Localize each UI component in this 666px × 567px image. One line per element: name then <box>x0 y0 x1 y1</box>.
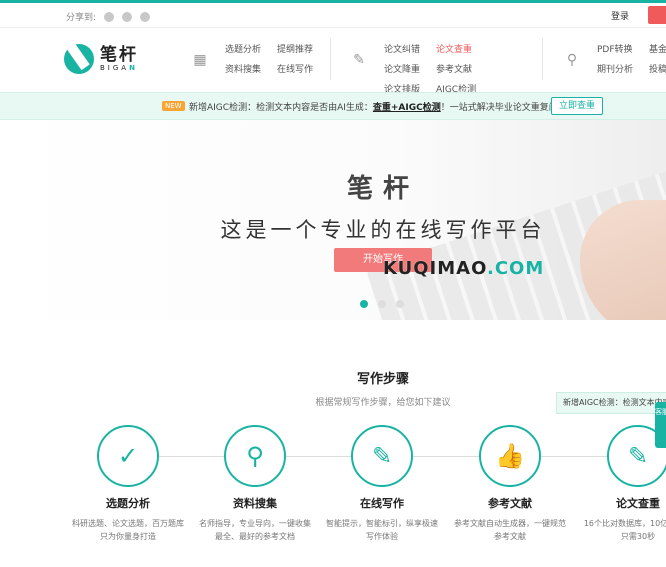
nav-group-paper: 论文纠错 论文查重 论文降重 参考文献 论文排版 AIGC检测 <box>384 42 476 95</box>
carousel-dot[interactable] <box>360 300 368 308</box>
share-label: 分享到: <box>66 13 97 23</box>
nav-references[interactable]: 参考文献 <box>436 62 476 75</box>
pen-icon: ✎ <box>353 52 365 68</box>
step-material[interactable]: ⚲ 资料搜集 名师指导，专业导向，一键收集最全、最好的参考文档 <box>195 425 315 543</box>
nav-proofread[interactable]: 论文纠错 <box>384 42 420 55</box>
nav-outline[interactable]: 提纲推荐 <box>277 42 313 55</box>
nav-fund[interactable]: 基金 <box>649 42 666 55</box>
search-icon: ⚲ <box>224 425 286 487</box>
floating-tip[interactable]: 新增AIGC检测：检测文本内容 <box>556 392 666 414</box>
new-badge: NEW <box>162 101 185 111</box>
step-name: 选题分析 <box>106 497 150 510</box>
step-topic[interactable]: ✓ 选题分析 科研选题、论文选题，百万题库只为你量身打造 <box>68 425 188 543</box>
top-bar: 分享到: 登录 <box>0 0 666 28</box>
nav-group-research: 选题分析 提纲推荐 资料搜集 在线写作 <box>225 42 313 75</box>
step-name: 在线写作 <box>360 497 404 510</box>
hero-banner: 笔杆 这是一个专业的在线写作平台 开始写作 KUQIMAO.COM <box>0 120 666 320</box>
nav-submit[interactable]: 投稿 <box>649 62 666 75</box>
logo-text: 笔杆 <box>100 45 138 65</box>
carousel-dot[interactable] <box>378 300 386 308</box>
thumbs-up-icon: 👍 <box>479 425 541 487</box>
nav-online-writing[interactable]: 在线写作 <box>277 62 313 75</box>
check-now-button[interactable]: 立即查重 <box>551 97 603 115</box>
weibo-icon[interactable] <box>140 11 151 22</box>
register-button[interactable] <box>648 6 666 24</box>
carousel-dot[interactable] <box>396 300 404 308</box>
nav-topic-analysis[interactable]: 选题分析 <box>225 42 261 55</box>
step-desc: 科研选题、论文选题，百万题库只为你量身打造 <box>72 519 184 541</box>
banner-subtitle: 这是一个专业的在线写作平台 <box>220 218 546 242</box>
check-icon: ✓ <box>97 425 159 487</box>
step-desc: 参考文献自动生成器，一键规范参考文献 <box>454 519 566 541</box>
floating-service-button[interactable]: 客服 <box>655 402 666 448</box>
pen-icon: ✎ <box>351 425 413 487</box>
search-icon: ⚲ <box>566 52 578 68</box>
step-plagiarism[interactable]: ✎ 论文查重 16个比对数据库，10亿文献，只需30秒 <box>578 425 666 543</box>
nav-rewrite[interactable]: 论文降重 <box>384 62 420 75</box>
qq-icon[interactable] <box>104 11 115 22</box>
steps-title: 写作步骤 <box>356 372 409 387</box>
notice-text: 新增AIGC检测：检测文本内容是否由AI生成：查重+AIGC检测！一站式解决毕业… <box>189 103 576 113</box>
nav-journal-analysis[interactable]: 期刊分析 <box>597 62 633 75</box>
watermark: KUQIMAO.COM <box>383 258 545 279</box>
step-desc: 名师指导，专业导向，一键收集最全、最好的参考文档 <box>199 519 311 541</box>
nav-pdf-convert[interactable]: PDF转换 <box>597 42 633 55</box>
nav-material[interactable]: 资料搜集 <box>225 62 261 75</box>
nav-group-tools: PDF转换 基金 期刊分析 投稿 <box>597 42 666 75</box>
logo-subtext: BIGAN <box>100 64 138 72</box>
nav-plagiarism-check[interactable]: 论文查重 <box>436 42 476 55</box>
step-desc: 智能提示，智能标引，纵享极速写作体验 <box>326 519 438 541</box>
step-references[interactable]: 👍 参考文献 参考文献自动生成器，一键规范参考文献 <box>450 425 570 543</box>
share-bar: 分享到: <box>66 10 151 23</box>
banner-title: 笔杆 <box>346 174 419 204</box>
step-desc: 16个比对数据库，10亿文献，只需30秒 <box>583 519 666 541</box>
login-link[interactable]: 登录 <box>611 9 629 22</box>
header: 笔杆 BIGAN ▦ 选题分析 提纲推荐 资料搜集 在线写作 ✎ 论文纠错 论文… <box>0 28 666 95</box>
logo[interactable]: 笔杆 BIGAN <box>64 44 138 74</box>
step-name: 资料搜集 <box>233 497 277 510</box>
step-name: 参考文献 <box>488 497 532 510</box>
notice-link[interactable]: 查重+AIGC检测 <box>373 103 441 113</box>
wechat-icon[interactable] <box>122 11 133 22</box>
carousel-dots <box>360 300 404 308</box>
step-name: 论文查重 <box>616 497 660 510</box>
step-writing[interactable]: ✎ 在线写作 智能提示，智能标引，纵享极速写作体验 <box>322 425 442 543</box>
logo-icon <box>64 44 94 74</box>
nav-divider <box>542 38 543 80</box>
notice-bar: NEW 新增AIGC检测：检测文本内容是否由AI生成：查重+AIGC检测！一站式… <box>0 92 666 120</box>
nav-divider <box>330 38 331 80</box>
books-icon: ▦ <box>193 52 207 68</box>
